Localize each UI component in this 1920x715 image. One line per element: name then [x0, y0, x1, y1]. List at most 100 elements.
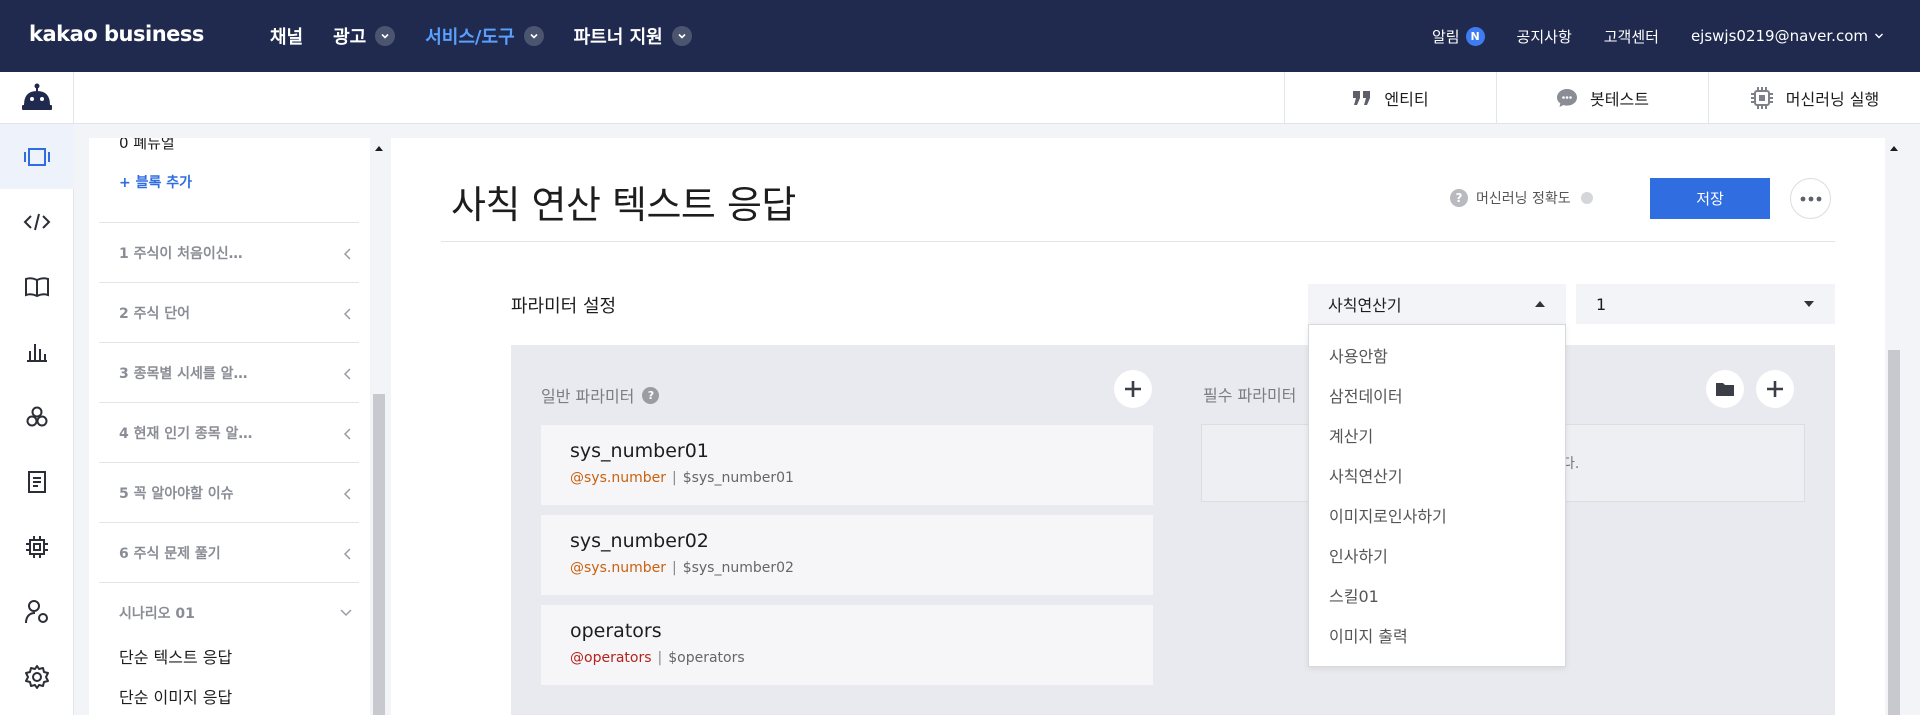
block-item[interactable]: 3 종목별 시세를 알…: [99, 342, 359, 402]
param-card[interactable]: sys_number01 @sys.number | $sys_number01: [541, 425, 1153, 505]
nav-ads[interactable]: 광고: [333, 23, 396, 49]
param-meta: @operators | $operators: [570, 650, 745, 666]
quote-icon: [1353, 91, 1371, 105]
chevron-down-icon: [671, 26, 692, 46]
block-item[interactable]: 4 현재 인기 종목 알…: [99, 402, 359, 462]
tab-ml-run[interactable]: 머신러닝 실행: [1708, 72, 1920, 124]
scenario-block-image[interactable]: 단순 이미지 응답: [119, 684, 232, 708]
scroll-up-icon: [375, 146, 383, 151]
block-item[interactable]: 5 꼭 알아야할 이슈: [99, 462, 359, 522]
ml-accuracy-label: 머신러닝 정확도: [1476, 191, 1571, 207]
chevron-left-icon: [343, 488, 351, 500]
plus-icon: [1125, 381, 1141, 397]
rail-settings[interactable]: [0, 644, 74, 709]
block-item-label: 4 현재 인기 종목 알…: [119, 426, 253, 442]
block-panel-scrollbar[interactable]: [370, 138, 388, 715]
param-card[interactable]: operators @operators | $operators: [541, 605, 1153, 685]
param-meta: @sys.number | $sys_number01: [570, 470, 794, 486]
kakao-business-logo[interactable]: kakao business: [29, 22, 204, 46]
main-scrollbar[interactable]: [1885, 138, 1903, 715]
add-required-param-button[interactable]: [1756, 370, 1794, 408]
account-menu[interactable]: ejswjs0219@naver.com: [1691, 27, 1884, 45]
rail-analytics[interactable]: [0, 319, 74, 384]
scrollbar-thumb[interactable]: [1888, 350, 1900, 715]
dropdown-option[interactable]: 스킬01: [1309, 575, 1565, 615]
more-options-button[interactable]: [1790, 178, 1831, 219]
dropdown-option[interactable]: 사용안함: [1309, 335, 1565, 375]
scrollbar-thumb[interactable]: [373, 394, 385, 715]
tab-entity[interactable]: 엔티티: [1284, 72, 1496, 124]
scenario-block-text[interactable]: 단순 텍스트 응답: [119, 644, 232, 668]
required-params-label: 필수 파라미터: [1203, 386, 1297, 405]
save-button[interactable]: 저장: [1650, 178, 1770, 219]
left-icon-rail: [0, 124, 74, 715]
param-separator: |: [671, 470, 677, 486]
block-item-label: 1 주식이 처음이신…: [119, 246, 243, 262]
param-var: $sys_number01: [682, 470, 794, 486]
block-item[interactable]: 6 주식 문제 풀기: [99, 522, 359, 582]
tab-bot-test[interactable]: 봇테스트: [1496, 72, 1708, 124]
skill-select[interactable]: 사칙연산기: [1308, 284, 1566, 324]
bot-home[interactable]: [0, 72, 74, 124]
support-label: 고객센터: [1603, 27, 1659, 46]
load-param-button[interactable]: [1706, 370, 1744, 408]
block-item[interactable]: 1 주식이 처음이신…: [99, 222, 359, 282]
chevron-down-icon: [523, 26, 544, 46]
chevron-left-icon: [343, 248, 351, 260]
rail-skills[interactable]: [0, 384, 74, 449]
block-item-label: 3 종목별 시세를 알…: [119, 366, 248, 382]
bot-toolbar: 엔티티 봇테스트 머신러닝 실행: [0, 72, 1920, 124]
help-icon[interactable]: ?: [1450, 189, 1468, 207]
number-select[interactable]: 1: [1576, 284, 1835, 324]
block-item-label: 6 주식 문제 풀기: [119, 546, 221, 562]
dropdown-option[interactable]: 사칙연산기: [1309, 455, 1565, 495]
rail-knowledge[interactable]: [0, 254, 74, 319]
chevron-left-icon: [343, 428, 351, 440]
nav-partner-support[interactable]: 파트너 지원: [574, 23, 692, 49]
nav-channel-label: 채널: [270, 27, 304, 48]
nav-channel[interactable]: 채널: [270, 23, 303, 49]
nav-partner-label: 파트너 지원: [573, 27, 663, 48]
skill-dropdown-menu: 사용안함 삼전데이터 계산기 사칙연산기 이미지로인사하기 인사하기 스킬01 …: [1308, 324, 1566, 667]
bar-chart-icon: [27, 343, 47, 362]
block-item[interactable]: 2 주식 단어: [99, 282, 359, 342]
block-item-fallback[interactable]: 0 폐뉴얼: [119, 138, 175, 153]
support-link[interactable]: 고객센터: [1604, 26, 1659, 47]
more-dots-icon: [1800, 196, 1821, 201]
alarm-link[interactable]: 알림 N: [1432, 26, 1485, 47]
block-list-panel: 0 폐뉴얼 + 블록 추가 1 주식이 처음이신… 2 주식 단어 3 종목별 …: [89, 138, 371, 715]
title-divider: [441, 241, 1835, 242]
dropdown-option[interactable]: 계산기: [1309, 415, 1565, 455]
page-title[interactable]: 사칙 연산 텍스트 응답: [451, 174, 796, 229]
dropdown-option[interactable]: 이미지로인사하기: [1309, 495, 1565, 535]
param-entity: @sys.number: [570, 470, 666, 486]
help-icon[interactable]: ?: [642, 386, 660, 404]
dropdown-option[interactable]: 이미지 출력: [1309, 615, 1565, 655]
rail-code[interactable]: [0, 189, 74, 254]
dropdown-option[interactable]: 인사하기: [1309, 535, 1565, 575]
tab-ml-run-label: 머신러닝 실행: [1785, 90, 1880, 109]
caret-down-icon: [1804, 301, 1814, 307]
rail-logs[interactable]: [0, 449, 74, 514]
alarm-label: 알림: [1431, 27, 1460, 46]
bot-tool-tabs: 엔티티 봇테스트 머신러닝 실행: [1284, 72, 1920, 124]
param-card[interactable]: sys_number02 @sys.number | $sys_number02: [541, 515, 1153, 595]
rail-ml[interactable]: [0, 514, 74, 579]
new-badge: N: [1465, 26, 1485, 46]
required-params-title: 필수 파라미터: [1203, 382, 1296, 406]
gear-icon: [25, 664, 49, 689]
add-block-button[interactable]: + 블록 추가: [119, 172, 192, 192]
notice-link[interactable]: 공지사항: [1517, 26, 1572, 47]
rail-scenario[interactable]: [0, 124, 74, 189]
param-section-label: 파라미터 설정: [511, 296, 617, 317]
nav-services-tools[interactable]: 서비스/도구: [425, 23, 544, 49]
dropdown-option[interactable]: 삼전데이터: [1309, 375, 1565, 415]
general-params-label: 일반 파라미터: [541, 387, 635, 406]
rail-users[interactable]: [0, 579, 74, 644]
account-email: ejswjs0219@naver.com: [1690, 27, 1868, 45]
header-utilities: 알림 N 공지사항 고객센터 ejswjs0219@naver.com: [1400, 0, 1884, 72]
scenario-header[interactable]: 시나리오 01: [99, 582, 359, 634]
molecules-icon: [26, 406, 48, 426]
add-general-param-button[interactable]: [1114, 370, 1152, 408]
chevron-down-icon: [1875, 33, 1883, 39]
